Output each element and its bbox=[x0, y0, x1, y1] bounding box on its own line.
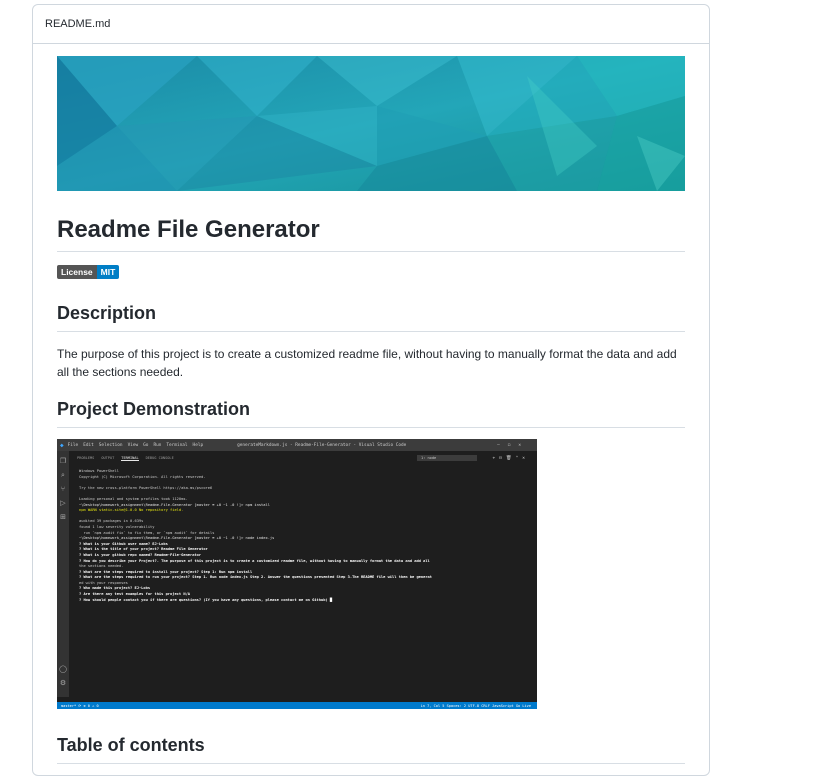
description-heading: Description bbox=[57, 301, 685, 332]
status-left[interactable]: master* ⟳ ⊗ 0 ⚠ 0 bbox=[61, 704, 99, 708]
file-name[interactable]: README.md bbox=[45, 18, 110, 30]
vscode-menu-item[interactable]: Run bbox=[153, 443, 161, 448]
status-right[interactable]: Ln 7, Col 5 Spaces: 2 UTF-8 CRLF JavaScr… bbox=[421, 704, 531, 708]
vscode-logo-icon: ◆ bbox=[60, 441, 64, 449]
vscode-menu: File Edit Selection View Go Run Terminal Help bbox=[68, 443, 204, 448]
badge-label: License bbox=[57, 265, 97, 279]
files-icon[interactable]: ❐ bbox=[57, 455, 69, 469]
terminal-line: ? How should people contact you if there… bbox=[79, 597, 333, 602]
banner-image bbox=[57, 56, 685, 191]
terminal-select[interactable]: 1: node bbox=[417, 455, 477, 461]
readme-file-box: README.md Readme File Generator License … bbox=[32, 4, 710, 776]
extensions-icon[interactable]: ⊞ bbox=[57, 511, 69, 525]
vscode-titlebar: ◆ File Edit Selection View Go Run Terminal Help… bbox=[57, 439, 537, 451]
panel-tab[interactable]: DEBUG CONSOLE bbox=[146, 456, 174, 461]
vscode-menu-item[interactable]: Help bbox=[193, 443, 204, 448]
readme-content: Readme File Generator License MIT Descri… bbox=[57, 56, 685, 764]
readme-title: Readme File Generator bbox=[57, 215, 685, 252]
vscode-menu-item[interactable]: Edit bbox=[83, 443, 94, 448]
panel-tab[interactable]: OUTPUT bbox=[101, 456, 114, 461]
vscode-window-title: generateMarkdown.js - Readme-File-Genera… bbox=[237, 442, 407, 448]
demo-heading: Project Demonstration bbox=[57, 397, 685, 428]
source-control-icon[interactable]: ⑂ bbox=[57, 483, 69, 497]
toc-heading: Table of contents bbox=[57, 733, 685, 764]
settings-icon[interactable]: ⚙ bbox=[57, 677, 69, 691]
file-header: README.md bbox=[33, 5, 709, 44]
license-badge[interactable]: License MIT bbox=[57, 265, 685, 279]
vscode-activity-bar: ❐ ⌕ ⑂ ▷ ⊞ ◯ ⚙ bbox=[57, 451, 69, 697]
vscode-menu-item[interactable]: File bbox=[68, 443, 79, 448]
window-controls-icon: –◻✕ bbox=[497, 442, 529, 448]
description-text: The purpose of this project is to create… bbox=[57, 347, 677, 379]
search-icon[interactable]: ⌕ bbox=[57, 469, 69, 483]
badge-value: MIT bbox=[96, 265, 120, 279]
account-icon[interactable]: ◯ bbox=[57, 663, 69, 677]
panel-actions-icon[interactable]: +⊟🗑⌃✕ bbox=[492, 456, 529, 461]
vscode-menu-item[interactable]: Terminal bbox=[166, 443, 187, 448]
panel-tabs: PROBLEMS OUTPUT TERMINAL DEBUG CONSOLE 1: n… bbox=[77, 453, 537, 463]
vscode-menu-item[interactable]: View bbox=[128, 443, 139, 448]
vscode-menu-item[interactable]: Selection bbox=[99, 443, 123, 448]
panel-tab[interactable]: PROBLEMS bbox=[77, 456, 94, 461]
vscode-statusbar: master* ⟳ ⊗ 0 ⚠ 0 Ln 7, Col 5 Spaces: 2 … bbox=[57, 702, 537, 709]
terminal-output[interactable]: Windows PowerShell Copyright (C) Microsof… bbox=[79, 469, 533, 603]
demo-screenshot: ◆ File Edit Selection View Go Run Terminal Help… bbox=[57, 439, 537, 709]
panel-tab[interactable]: TERMINAL bbox=[121, 456, 139, 461]
vscode-menu-item[interactable]: Go bbox=[143, 443, 148, 448]
debug-icon[interactable]: ▷ bbox=[57, 497, 69, 511]
